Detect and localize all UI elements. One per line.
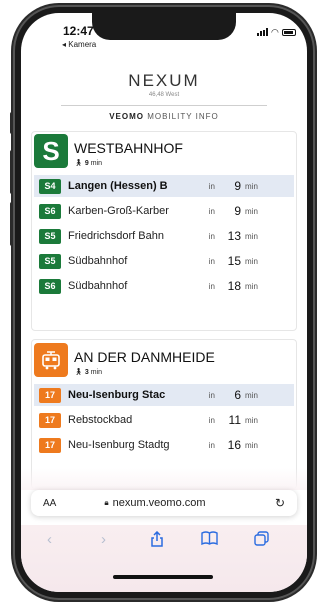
departure-minutes: 16 <box>227 438 241 452</box>
wifi-icon: ◠ <box>271 27 279 37</box>
mobility-info-label: MOBILITY INFO <box>147 112 219 121</box>
system-icons: ◠ <box>257 27 296 37</box>
line-badge: S5 <box>39 228 61 244</box>
phone-screen: 12:47 ◂ Kamera ◠ NEXUM 46,48 West VEOMO … <box>21 13 307 592</box>
back-to-app-link[interactable]: ◂ Kamera <box>62 40 96 49</box>
walk-icon: 🚶︎ <box>74 369 83 376</box>
forward-icon[interactable]: › <box>101 531 106 548</box>
walk-unit: min <box>90 160 102 167</box>
walk-time: 🚶︎ 3 min <box>74 368 102 376</box>
departure-row[interactable]: S6 Südbahnhof in 18 min <box>34 275 294 297</box>
station-name: WESTBAHNHOF <box>74 140 183 156</box>
in-label: in <box>208 281 215 291</box>
min-label: min <box>245 206 258 216</box>
lock-icon: 🔒︎ <box>104 498 109 507</box>
departure-minutes: 18 <box>227 279 241 293</box>
departure-row[interactable]: S5 Friedrichsdorf Bahn in 13 min <box>34 225 294 247</box>
signal-icon <box>257 28 268 36</box>
min-label: min <box>245 181 258 191</box>
in-label: in <box>208 231 215 241</box>
text-size-button[interactable]: AA <box>43 498 56 509</box>
notch <box>92 13 236 40</box>
departure-row[interactable]: 17 Rebstockbad in 11 min <box>34 409 294 431</box>
in-label: in <box>208 256 215 266</box>
walk-minutes: 9 <box>84 160 89 167</box>
address-bar[interactable]: AA 🔒︎ nexum.veomo.com ↻ <box>31 490 297 516</box>
destination: Friedrichsdorf Bahn <box>68 230 164 242</box>
departure-row[interactable]: S5 Südbahnhof in 15 min <box>34 250 294 272</box>
destination: Rebstockbad <box>68 414 133 426</box>
destination: Südbahnhof <box>68 255 128 267</box>
min-label: min <box>245 281 258 291</box>
line-badge: S5 <box>39 253 61 269</box>
content-fade <box>21 468 307 490</box>
line-badge: S4 <box>39 178 61 194</box>
departure-minutes: 11 <box>228 413 241 427</box>
departure-row[interactable]: S6 Karben-Groß-Karber in 9 min <box>34 200 294 222</box>
min-label: min <box>245 231 258 241</box>
walk-icon: 🚶︎ <box>74 160 83 167</box>
brand-logo: NEXUM <box>128 71 200 90</box>
walk-unit: min <box>90 369 102 376</box>
share-icon[interactable] <box>150 530 164 551</box>
departure-minutes: 13 <box>227 229 241 243</box>
min-label: min <box>245 390 258 400</box>
walk-minutes: 3 <box>84 369 89 376</box>
home-indicator[interactable] <box>113 575 213 579</box>
url-text: nexum.veomo.com <box>112 497 206 509</box>
min-label: min <box>245 415 258 425</box>
departure-minutes: 9 <box>234 204 241 218</box>
destination: Neu-Isenburg Stadtg <box>68 439 170 451</box>
in-label: in <box>208 415 215 425</box>
reload-icon[interactable]: ↻ <box>275 496 285 510</box>
station-westbahnhof[interactable]: S WESTBAHNHOF 🚶︎ 9 min S4 Langen (Hessen… <box>34 134 294 328</box>
departure-row[interactable]: S4 Langen (Hessen) B in 9 min <box>34 175 294 197</box>
mobility-info-header: VEOMO MOBILITY INFO <box>21 112 307 121</box>
station-an-der-danmheide[interactable]: AN DER DANMHEIDE 🚶︎ 3 min 17 Neu-Isenbur… <box>34 343 294 473</box>
destination: Karben-Groß-Karber <box>68 205 169 217</box>
battery-icon <box>281 28 296 36</box>
departure-row[interactable]: 17 Neu-Isenburg Stadtg in 16 min <box>34 434 294 456</box>
back-icon[interactable]: ‹ <box>47 531 52 548</box>
sbahn-logo: S <box>34 134 68 168</box>
status-time: 12:47 <box>63 24 94 38</box>
departure-minutes: 6 <box>234 388 241 402</box>
departure-minutes: 15 <box>227 254 241 268</box>
line-badge: 17 <box>39 437 61 453</box>
destination: Südbahnhof <box>68 280 128 292</box>
in-label: in <box>208 440 215 450</box>
brand-subtitle: 46,48 West <box>148 92 180 98</box>
browser-toolbar: ‹ › <box>21 525 307 592</box>
departure-row[interactable]: 17 Neu-Isenburg Stac in 6 min <box>34 384 294 406</box>
line-badge: 17 <box>39 387 61 403</box>
line-badge: 17 <box>39 412 61 428</box>
min-label: min <box>245 256 258 266</box>
line-badge: S6 <box>39 203 61 219</box>
destination: Langen (Hessen) B <box>68 180 168 192</box>
url-display[interactable]: 🔒︎ nexum.veomo.com <box>104 497 205 509</box>
line-badge: S6 <box>39 278 61 294</box>
departure-minutes: 9 <box>234 179 241 193</box>
bookmarks-icon[interactable] <box>201 531 218 549</box>
veomo-brand: VEOMO <box>109 112 144 121</box>
walk-time: 🚶︎ 9 min <box>74 159 102 167</box>
in-label: in <box>208 181 215 191</box>
min-label: min <box>245 440 258 450</box>
station-name: AN DER DANMHEIDE <box>74 349 215 365</box>
tram-icon <box>34 343 68 377</box>
tabs-icon[interactable] <box>254 531 269 550</box>
destination: Neu-Isenburg Stac <box>68 389 166 401</box>
in-label: in <box>208 206 215 216</box>
header-divider <box>61 105 267 106</box>
status-bar: 12:47 ◂ Kamera ◠ <box>21 13 307 59</box>
in-label: in <box>208 390 215 400</box>
